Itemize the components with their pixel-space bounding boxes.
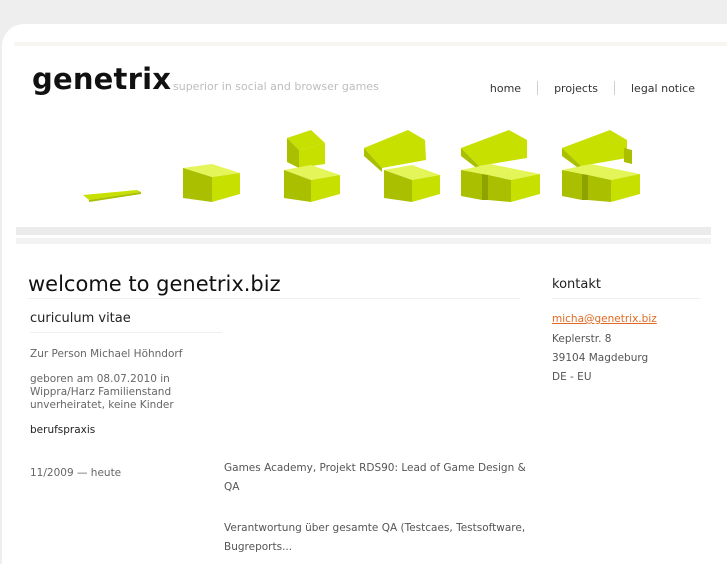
contact-email-link[interactable]: micha@genetrix.biz (552, 313, 657, 325)
block-stage-2 (183, 164, 240, 202)
entry-text: QA (224, 481, 240, 493)
section-title: curiculum vitae (30, 311, 131, 326)
sidebar-rule (552, 298, 700, 299)
bio-line: geboren am 08.07.2010 in (30, 373, 170, 385)
bio-line: unverheiratet, keine Kinder (30, 399, 174, 411)
block-stage-1 (83, 190, 141, 202)
nav-projects-link[interactable]: projects (538, 82, 614, 95)
header-divider-light (16, 238, 711, 244)
entry-text: Verantwortung über gesamte QA (Testcaes,… (224, 522, 526, 534)
experience-label: berufspraxis (30, 424, 96, 436)
header-divider (16, 227, 711, 235)
sidebar-title: kontakt (552, 277, 601, 292)
section-rule (30, 332, 222, 333)
address-line: Keplerstr. 8 (552, 333, 612, 345)
bio-line: Wippra/Harz Familienstand (30, 386, 172, 398)
block-stage-3 (284, 130, 340, 202)
address-line: 39104 Magdeburg (552, 352, 649, 364)
block-stage-5 (461, 130, 540, 202)
title-rule (28, 298, 520, 299)
page-title: welcome to genetrix.biz (28, 272, 281, 296)
nav-home-link[interactable]: home (474, 82, 537, 95)
entry-text: Games Academy, Projekt RDS90: Lead of Ga… (224, 462, 526, 474)
address-line: DE - EU (552, 371, 592, 383)
entry-text-cut: Bugreports... (224, 541, 293, 553)
entry-date: 11/2009 — heute (30, 467, 122, 479)
block-stage-4 (364, 130, 440, 202)
person-line: Zur Person Michael Höhndorf (30, 348, 183, 360)
block-stage-6 (562, 130, 640, 202)
site-tagline: superior in social and browser games (173, 80, 379, 93)
top-band (14, 42, 727, 46)
main-nav: home projects legal notice (474, 81, 695, 95)
nav-legal-notice-link[interactable]: legal notice (615, 82, 695, 95)
blocks-banner (83, 130, 640, 202)
site-logo[interactable]: genetrix (32, 62, 171, 96)
